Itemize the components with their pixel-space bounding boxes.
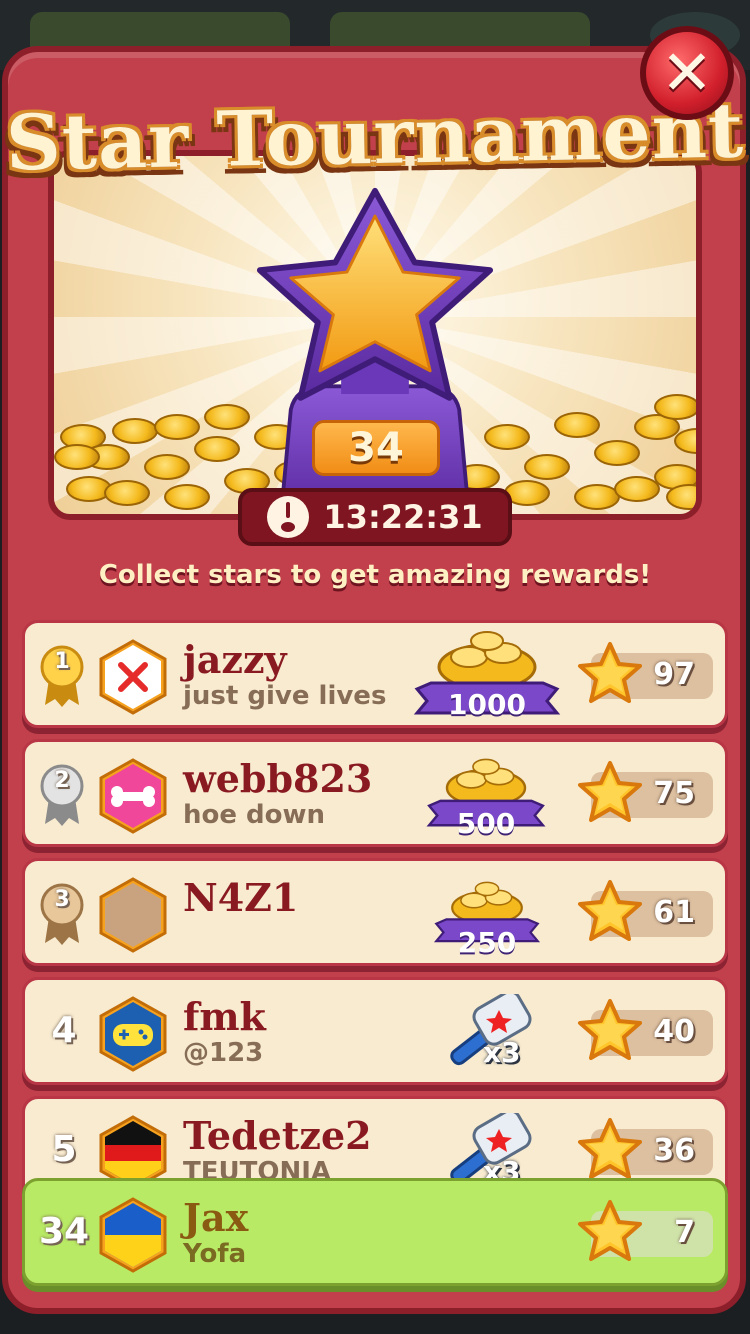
my-rank-row[interactable]: 34 Jax Yofa 7 <box>22 1178 728 1286</box>
clock-icon <box>267 496 310 538</box>
trophy-count-plate: 34 <box>312 420 440 476</box>
player-name: N4Z1 <box>183 875 299 920</box>
rank-number: 3 <box>54 887 70 912</box>
rank-number: 1 <box>54 649 70 674</box>
coin-reward: 250 <box>429 865 545 965</box>
crossed-swords-icon <box>99 639 167 715</box>
star-icon <box>577 1117 643 1181</box>
page-title: Star Tournament <box>5 85 745 188</box>
countdown-timer: 13:22:31 <box>238 488 512 546</box>
rank-number: 5 <box>51 1129 77 1170</box>
player-team: Yofa <box>183 1239 247 1269</box>
gamepad-icon <box>99 996 167 1072</box>
subtitle: Collect stars to get amazing rewards! <box>98 560 652 590</box>
player-name: Tedetze2 <box>183 1113 372 1158</box>
reward-amount: 500 <box>456 807 516 840</box>
player-team: just give lives <box>183 681 387 711</box>
player-name: Jax <box>183 1195 249 1240</box>
rank-number: 2 <box>54 768 70 793</box>
rank-number: 34 <box>39 1211 90 1252</box>
star-icon <box>577 879 643 943</box>
player-team: hoe down <box>183 800 326 830</box>
star-icon <box>577 760 643 824</box>
reward-amount: 1000 <box>448 688 526 721</box>
coin-reward: 1000 <box>407 627 567 727</box>
leaderboard-row[interactable]: 3 N4Z1 250 61 <box>22 858 728 966</box>
star-icon <box>577 641 643 705</box>
player-name: webb823 <box>183 756 373 801</box>
leaderboard-row[interactable]: 2 webb823 hoe down 500 75 <box>22 739 728 847</box>
coin-reward: 500 <box>421 746 551 846</box>
leaderboard-row[interactable]: 4 fmk @123 x3 40 <box>22 977 728 1085</box>
ukraine-flag <box>99 1197 167 1273</box>
rank-number: 4 <box>51 1010 77 1051</box>
reward-amount: 250 <box>457 926 517 959</box>
bone-icon <box>99 758 167 834</box>
player-team: @123 <box>183 1038 264 1068</box>
close-button[interactable]: ✕ <box>640 26 734 120</box>
player-name: fmk <box>183 994 266 1039</box>
leaderboard-row[interactable]: 1 jazzy just give lives 1000 97 <box>22 620 728 728</box>
player-name: jazzy <box>183 637 287 682</box>
star-icon <box>577 1199 643 1263</box>
timer-text: 13:22:31 <box>323 498 483 536</box>
blank-avatar <box>99 877 167 953</box>
reward-amount: x3 <box>483 1036 521 1069</box>
leaderboard-list[interactable]: 1 jazzy just give lives 1000 97 2 webb823 hoe … <box>22 620 728 1260</box>
star-icon <box>577 998 643 1062</box>
